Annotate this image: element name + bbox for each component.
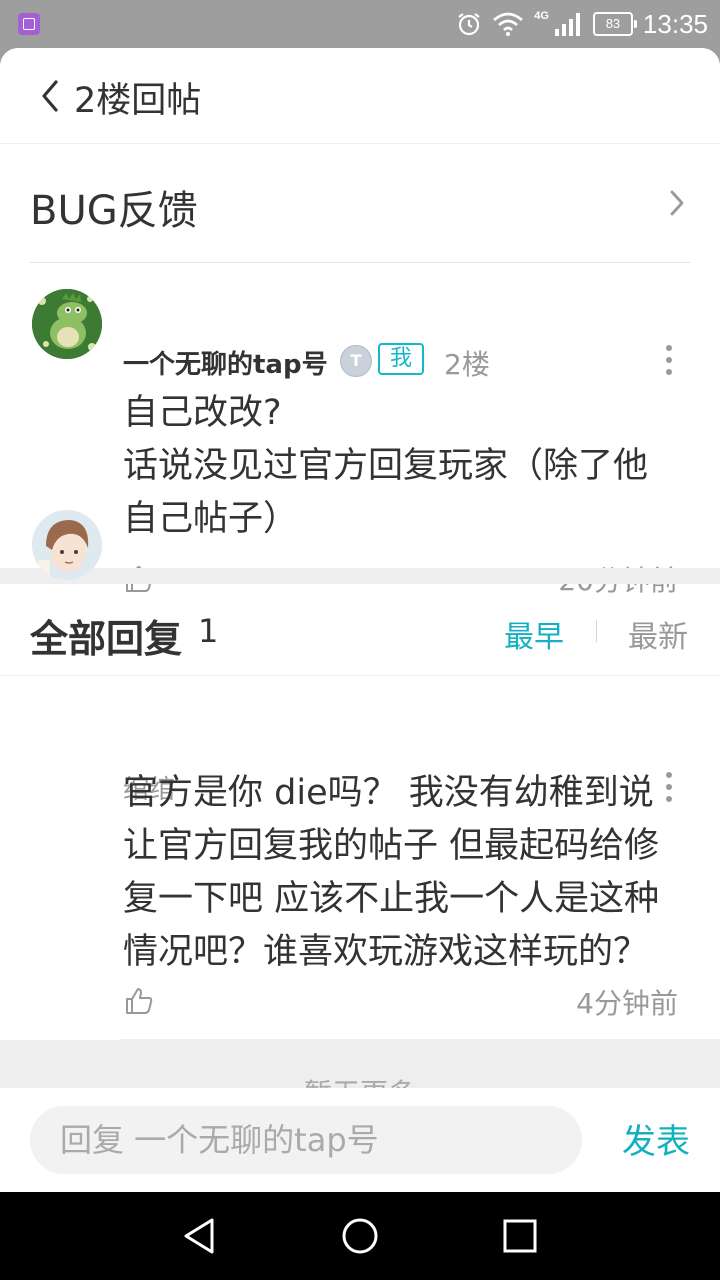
back-triangle-icon[interactable] xyxy=(180,1216,220,1256)
more-options-icon[interactable] xyxy=(664,345,674,375)
recents-square-icon[interactable] xyxy=(500,1216,540,1256)
replies-count: 1 xyxy=(198,612,219,650)
forum-name: BUG反馈 xyxy=(30,188,198,234)
clock: 13:35 xyxy=(642,8,708,39)
gallery-notification-icon xyxy=(18,13,40,35)
user-level-badge: T xyxy=(340,345,372,377)
reply-composer: 发表 xyxy=(0,1088,720,1192)
dinosaur-avatar-image xyxy=(32,289,102,359)
status-bar: 4G 83 13:35 xyxy=(0,0,720,48)
reply-detail-sheet: 2楼回帖 BUG反馈 一个无聊的tap号 T 我 2楼 自己改改? 话说没见过官… xyxy=(0,48,720,1192)
reply-time: 4分钟前 xyxy=(576,987,678,1020)
post-content-line: 自己改改? xyxy=(123,393,282,433)
reply-content-line: 复一下吧 应该不止我一个人是这种 xyxy=(123,879,660,919)
chevron-right-icon xyxy=(670,190,684,216)
sort-earliest-tab[interactable]: 最早 xyxy=(504,612,564,656)
forum-link[interactable]: BUG反馈 xyxy=(30,144,690,263)
replies-header: 全部回复 1 最早 最新 xyxy=(0,584,720,676)
reply-content-line: 情况吧？谁喜欢玩游戏这样玩的？ xyxy=(123,932,649,972)
post-content: 自己改改? 话说没见过官方回复玩家（除了他 自己帖子） xyxy=(123,387,693,546)
chevron-left-icon[interactable] xyxy=(36,78,66,114)
network-type: 4G xyxy=(534,10,549,22)
sort-separator xyxy=(596,620,597,642)
status-icons: 4G 83 13:35 xyxy=(456,0,708,48)
reply-content-line: 官方是你 die吗？ 我没有幼稚到说 xyxy=(123,773,654,813)
anime-avatar-image xyxy=(32,510,102,580)
alarm-icon xyxy=(458,13,480,36)
avatar[interactable] xyxy=(32,510,102,580)
avatar[interactable] xyxy=(32,289,102,359)
page-title: 2楼回帖 xyxy=(74,81,202,121)
page-header: 2楼回帖 xyxy=(0,48,720,144)
wifi-icon xyxy=(493,12,524,36)
post-content-line: 自己帖子） xyxy=(123,499,299,539)
post-content-line: 话说没见过官方回复玩家（除了他 xyxy=(123,446,649,486)
battery-icon: 83 xyxy=(592,12,637,36)
post-author-name[interactable]: 一个无聊的tap号 xyxy=(123,344,328,381)
replies-title: 全部回复 xyxy=(30,617,183,661)
reply-input[interactable] xyxy=(30,1106,582,1174)
home-circle-icon[interactable] xyxy=(340,1216,380,1256)
send-button[interactable]: 发表 xyxy=(622,1114,690,1163)
me-tag: 我 xyxy=(378,343,424,375)
sort-newest-tab[interactable]: 最新 xyxy=(628,612,688,656)
reply-content: 官方是你 die吗？ 我没有幼稚到说 让官方回复我的帖子 但最起码给修 复一下吧… xyxy=(123,767,693,979)
signal-icon xyxy=(554,13,580,36)
section-divider xyxy=(0,568,720,584)
floor-number: 2楼 xyxy=(444,348,490,381)
reply-content-line: 让官方回复我的帖子 但最起码给修 xyxy=(123,826,660,866)
thumbs-up-icon[interactable] xyxy=(124,986,154,1016)
floor-post: 一个无聊的tap号 T 我 2楼 自己改改? 话说没见过官方回复玩家（除了他 自… xyxy=(0,263,720,597)
system-nav-bar xyxy=(0,1192,720,1280)
